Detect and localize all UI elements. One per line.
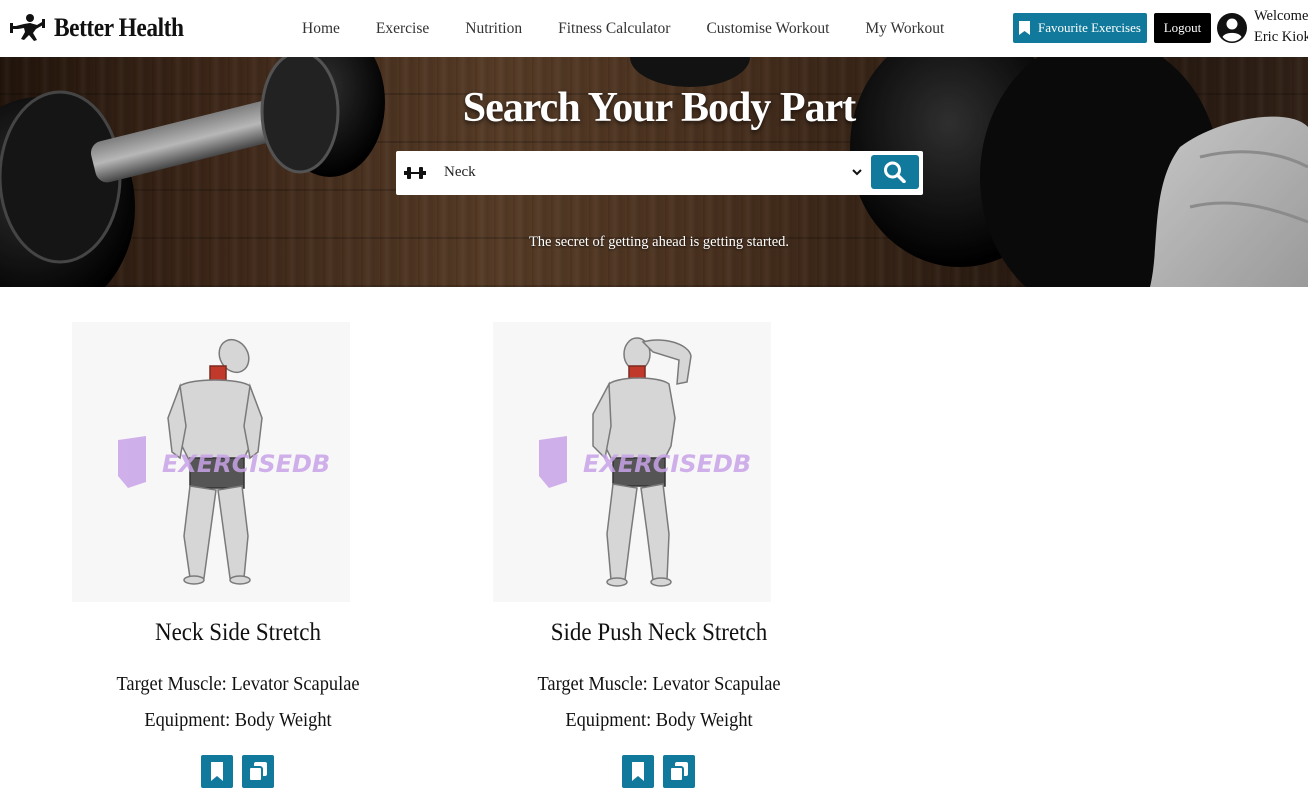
nav-my-workout[interactable]: My Workout [865,20,944,38]
favourite-exercises-label: Favourite Exercises [1038,20,1141,35]
hero-tagline: The secret of getting ahead is getting s… [528,234,790,250]
nav-home[interactable]: Home [302,20,340,38]
exercise-card: EXERCISEDB Side Push Neck Stretch Target… [489,322,829,792]
exercise-title: Side Push Neck Stretch [550,619,768,646]
user-name: Eric Kioko [1254,29,1308,45]
exercise-title: Neck Side Stretch [154,619,322,646]
brand[interactable]: Better Health [8,12,198,44]
search-icon [884,161,906,183]
bookmark-icon [211,762,223,781]
body-part-select[interactable]: Neck [444,164,476,181]
user-circle-icon[interactable] [1216,12,1248,44]
welcome-text: Welcome Eric Kioko [1254,6,1308,48]
navbar: Better Health Home Exercise Nutrition Fi… [0,0,1308,57]
fitness-figure-icon [10,14,45,41]
hero-title: Search Your Body Part [462,85,856,131]
copy-button[interactable] [663,755,695,788]
copy-button[interactable] [242,755,274,788]
welcome-line: Welcome [1254,8,1308,24]
svg-text:EXERCISEDB: EXERCISEDB [583,450,751,478]
exercise-card: EXERCISEDB Neck Side Stretch Target Musc… [68,322,408,792]
exercise-image[interactable]: EXERCISEDB [72,322,350,602]
copy-icon [249,762,267,781]
exercise-image[interactable]: EXERCISEDB [493,322,771,602]
brand-name: Better Health [54,13,184,42]
bookmark-button[interactable] [622,755,654,788]
body-part-search: Neck [396,151,923,195]
bookmark-icon [1019,21,1031,35]
exercise-equipment: Equipment: Body Weight [565,709,753,731]
svg-text:EXERCISEDB: EXERCISEDB [162,450,330,478]
dumbbell-icon [404,167,426,179]
chevron-down-icon[interactable] [851,165,863,179]
exercise-equipment: Equipment: Body Weight [144,709,332,731]
exercise-target-muscle: Target Muscle: Levator Scapulae [537,673,781,695]
nav-links: Home Exercise Nutrition Fitness Calculat… [290,0,962,57]
nav-exercise[interactable]: Exercise [376,20,429,38]
bookmark-icon [632,762,644,781]
exercise-target-muscle: Target Muscle: Levator Scapulae [116,673,360,695]
logout-button[interactable]: Logout [1154,13,1211,43]
nav-customise-workout[interactable]: Customise Workout [706,20,829,38]
bookmark-button[interactable] [201,755,233,788]
copy-icon [670,762,688,781]
search-button[interactable] [871,155,919,189]
nav-fitness-calculator[interactable]: Fitness Calculator [558,20,670,38]
nav-nutrition[interactable]: Nutrition [465,20,522,38]
hero-banner: Search Your Body Part Neck The secret of… [0,57,1308,287]
favourite-exercises-button[interactable]: Favourite Exercises [1013,13,1147,43]
